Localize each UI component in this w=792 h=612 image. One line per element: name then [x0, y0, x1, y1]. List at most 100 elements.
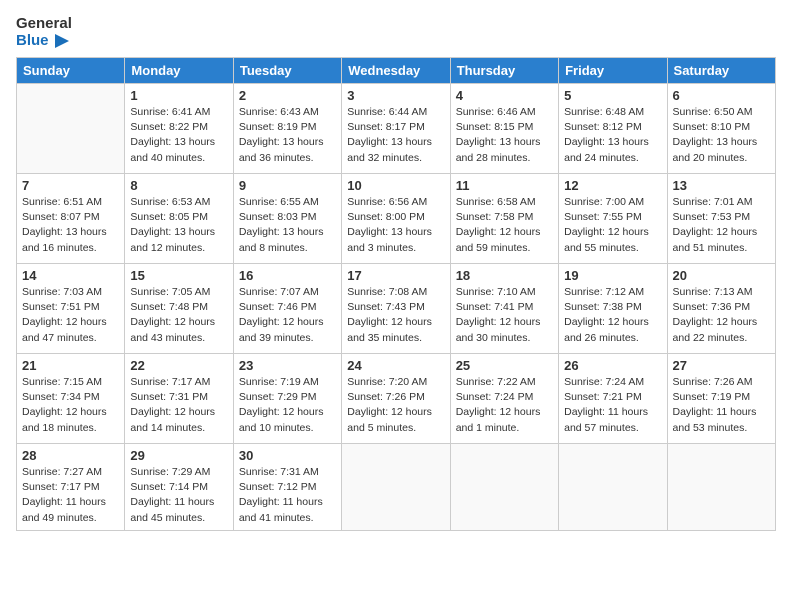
calendar-cell: 4Sunrise: 6:46 AM Sunset: 8:15 PM Daylig…	[450, 84, 558, 174]
calendar-cell: 3 Sunrise: 6:44 AM Sunset: 8:17 PM Daylig…	[342, 84, 450, 174]
day-number: 2	[239, 88, 336, 103]
calendar-cell: 20 Sunrise: 7:13 AM Sunset: 7:36 PM Dayli…	[667, 264, 775, 354]
day-of-week-header: Sunday	[17, 58, 125, 84]
day-number: 11	[456, 178, 553, 193]
day-number: 15	[130, 268, 227, 283]
calendar-cell: 9 Sunrise: 6:55 AM Sunset: 8:03 PM Daylig…	[233, 174, 341, 264]
cell-info: Sunrise: 7:05 AM Sunset: 7:48 PM Dayligh…	[130, 285, 227, 346]
cell-info: Sunrise: 6:55 AM Sunset: 8:03 PM Dayligh…	[239, 195, 336, 256]
day-number: 23	[239, 358, 336, 373]
calendar-cell: 1 Sunrise: 6:41 AM Sunset: 8:22 PM Daylig…	[125, 84, 233, 174]
day-number: 24	[347, 358, 444, 373]
calendar-cell	[450, 444, 558, 531]
day-number: 1	[130, 88, 227, 103]
day-of-week-header: Tuesday	[233, 58, 341, 84]
calendar-cell: 14 Sunrise: 7:03 AM Sunset: 7:51 PM Dayli…	[17, 264, 125, 354]
calendar-cell: 15 Sunrise: 7:05 AM Sunset: 7:48 PM Dayli…	[125, 264, 233, 354]
calendar-cell: 11 Sunrise: 6:58 AM Sunset: 7:58 PM Dayli…	[450, 174, 558, 264]
cell-info: Sunrise: 7:17 AM Sunset: 7:31 PM Dayligh…	[130, 375, 227, 436]
cell-info: Sunrise: 6:44 AM Sunset: 8:17 PM Dayligh…	[347, 105, 444, 166]
calendar-cell: 26 Sunrise: 7:24 AM Sunset: 7:21 PM Dayli…	[559, 354, 667, 444]
calendar-week-row: 7Sunrise: 6:51 AM Sunset: 8:07 PM Daylig…	[17, 174, 776, 264]
cell-info: Sunrise: 7:13 AM Sunset: 7:36 PM Dayligh…	[673, 285, 770, 346]
cell-info: Sunrise: 7:10 AM Sunset: 7:41 PM Dayligh…	[456, 285, 553, 346]
calendar-cell: 6Sunrise: 6:50 AM Sunset: 8:10 PM Daylig…	[667, 84, 775, 174]
logo-general: General	[16, 16, 72, 33]
page-header: General Blue	[16, 16, 776, 49]
logo-blue: Blue	[16, 33, 49, 50]
cell-info: Sunrise: 7:31 AM Sunset: 7:12 PM Dayligh…	[239, 465, 336, 526]
calendar-cell: 30 Sunrise: 7:31 AM Sunset: 7:12 PM Dayli…	[233, 444, 341, 531]
day-of-week-header: Saturday	[667, 58, 775, 84]
calendar-week-row: 28 Sunrise: 7:27 AM Sunset: 7:17 PM Dayli…	[17, 444, 776, 531]
day-number: 30	[239, 448, 336, 463]
cell-info: Sunrise: 7:03 AM Sunset: 7:51 PM Dayligh…	[22, 285, 119, 346]
calendar-week-row: 14 Sunrise: 7:03 AM Sunset: 7:51 PM Dayli…	[17, 264, 776, 354]
day-number: 7	[22, 178, 119, 193]
day-number: 18	[456, 268, 553, 283]
calendar-cell: 18 Sunrise: 7:10 AM Sunset: 7:41 PM Dayli…	[450, 264, 558, 354]
calendar-cell	[559, 444, 667, 531]
cell-info: Sunrise: 7:24 AM Sunset: 7:21 PM Dayligh…	[564, 375, 661, 436]
calendar-cell: 2 Sunrise: 6:43 AM Sunset: 8:19 PM Daylig…	[233, 84, 341, 174]
day-of-week-header: Wednesday	[342, 58, 450, 84]
calendar-body: 1 Sunrise: 6:41 AM Sunset: 8:22 PM Daylig…	[17, 84, 776, 531]
cell-info: Sunrise: 6:58 AM Sunset: 7:58 PM Dayligh…	[456, 195, 553, 256]
day-number: 3	[347, 88, 444, 103]
calendar-week-row: 21 Sunrise: 7:15 AM Sunset: 7:34 PM Dayli…	[17, 354, 776, 444]
calendar-cell	[342, 444, 450, 531]
calendar-cell: 27 Sunrise: 7:26 AM Sunset: 7:19 PM Dayli…	[667, 354, 775, 444]
day-of-week-header: Thursday	[450, 58, 558, 84]
cell-info: Sunrise: 7:01 AM Sunset: 7:53 PM Dayligh…	[673, 195, 770, 256]
cell-info: Sunrise: 6:41 AM Sunset: 8:22 PM Dayligh…	[130, 105, 227, 166]
day-number: 26	[564, 358, 661, 373]
day-number: 5	[564, 88, 661, 103]
calendar-cell: 7Sunrise: 6:51 AM Sunset: 8:07 PM Daylig…	[17, 174, 125, 264]
cell-info: Sunrise: 6:48 AM Sunset: 8:12 PM Dayligh…	[564, 105, 661, 166]
cell-info: Sunrise: 7:26 AM Sunset: 7:19 PM Dayligh…	[673, 375, 770, 436]
day-number: 14	[22, 268, 119, 283]
calendar-cell: 13 Sunrise: 7:01 AM Sunset: 7:53 PM Dayli…	[667, 174, 775, 264]
calendar-cell: 19Sunrise: 7:12 AM Sunset: 7:38 PM Dayli…	[559, 264, 667, 354]
calendar-cell: 16 Sunrise: 7:07 AM Sunset: 7:46 PM Dayli…	[233, 264, 341, 354]
cell-info: Sunrise: 7:22 AM Sunset: 7:24 PM Dayligh…	[456, 375, 553, 436]
cell-info: Sunrise: 7:19 AM Sunset: 7:29 PM Dayligh…	[239, 375, 336, 436]
calendar-week-row: 1 Sunrise: 6:41 AM Sunset: 8:22 PM Daylig…	[17, 84, 776, 174]
day-number: 12	[564, 178, 661, 193]
calendar-cell: 25Sunrise: 7:22 AM Sunset: 7:24 PM Dayli…	[450, 354, 558, 444]
day-number: 16	[239, 268, 336, 283]
logo: General Blue	[16, 16, 72, 49]
day-number: 13	[673, 178, 770, 193]
day-number: 27	[673, 358, 770, 373]
cell-info: Sunrise: 7:07 AM Sunset: 7:46 PM Dayligh…	[239, 285, 336, 346]
day-of-week-header: Monday	[125, 58, 233, 84]
day-number: 20	[673, 268, 770, 283]
cell-info: Sunrise: 7:27 AM Sunset: 7:17 PM Dayligh…	[22, 465, 119, 526]
calendar-cell: 24Sunrise: 7:20 AM Sunset: 7:26 PM Dayli…	[342, 354, 450, 444]
calendar-table: SundayMondayTuesdayWednesdayThursdayFrid…	[16, 57, 776, 531]
calendar-cell: 22 Sunrise: 7:17 AM Sunset: 7:31 PM Dayli…	[125, 354, 233, 444]
calendar-cell: 28 Sunrise: 7:27 AM Sunset: 7:17 PM Dayli…	[17, 444, 125, 531]
day-number: 28	[22, 448, 119, 463]
cell-info: Sunrise: 6:53 AM Sunset: 8:05 PM Dayligh…	[130, 195, 227, 256]
cell-info: Sunrise: 6:43 AM Sunset: 8:19 PM Dayligh…	[239, 105, 336, 166]
calendar-cell: 10 Sunrise: 6:56 AM Sunset: 8:00 PM Dayli…	[342, 174, 450, 264]
day-number: 9	[239, 178, 336, 193]
day-number: 17	[347, 268, 444, 283]
cell-info: Sunrise: 7:15 AM Sunset: 7:34 PM Dayligh…	[22, 375, 119, 436]
day-number: 10	[347, 178, 444, 193]
day-number: 4	[456, 88, 553, 103]
day-number: 29	[130, 448, 227, 463]
calendar-cell: 29 Sunrise: 7:29 AM Sunset: 7:14 PM Dayli…	[125, 444, 233, 531]
cell-info: Sunrise: 7:29 AM Sunset: 7:14 PM Dayligh…	[130, 465, 227, 526]
calendar-cell: 8Sunrise: 6:53 AM Sunset: 8:05 PM Daylig…	[125, 174, 233, 264]
calendar-cell	[17, 84, 125, 174]
calendar-cell: 21 Sunrise: 7:15 AM Sunset: 7:34 PM Dayli…	[17, 354, 125, 444]
day-number: 22	[130, 358, 227, 373]
cell-info: Sunrise: 7:00 AM Sunset: 7:55 PM Dayligh…	[564, 195, 661, 256]
calendar-header-row: SundayMondayTuesdayWednesdayThursdayFrid…	[17, 58, 776, 84]
cell-info: Sunrise: 6:56 AM Sunset: 8:00 PM Dayligh…	[347, 195, 444, 256]
calendar-cell: 23 Sunrise: 7:19 AM Sunset: 7:29 PM Dayli…	[233, 354, 341, 444]
day-number: 21	[22, 358, 119, 373]
calendar-cell: 5 Sunrise: 6:48 AM Sunset: 8:12 PM Daylig…	[559, 84, 667, 174]
